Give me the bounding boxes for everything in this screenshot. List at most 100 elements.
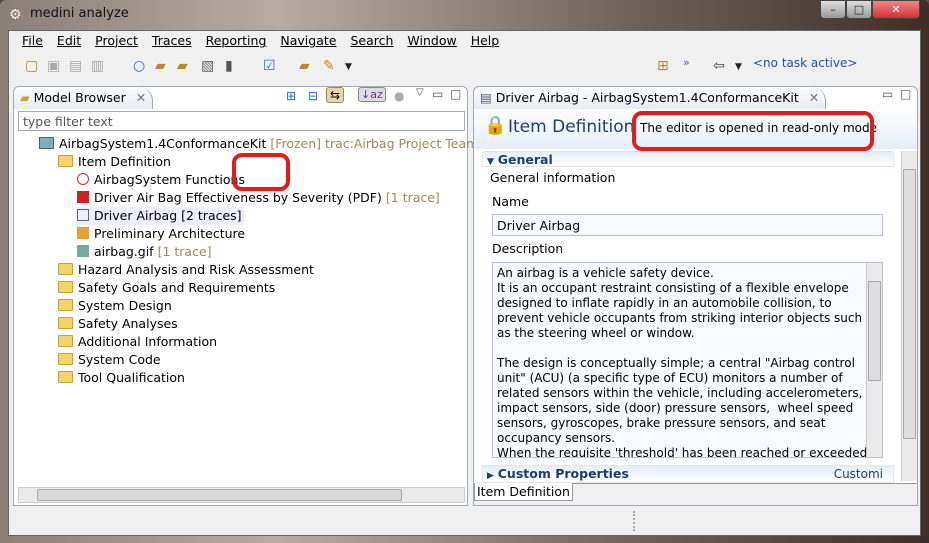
checklist-icon[interactable]: ☑ [263,58,276,74]
task-link[interactable]: <no task active> [753,56,857,70]
scroll-thumb[interactable] [868,281,881,381]
scroll-thumb[interactable] [37,489,402,501]
close-tab-icon[interactable]: ✕ [136,90,146,105]
print-icon[interactable]: ▤ [69,58,82,74]
view-menu-icon[interactable]: ▽ [416,87,424,98]
project-icon [39,137,54,149]
description-label: Description [492,241,564,256]
minimize-view-icon[interactable]: ▭ [882,87,893,101]
model-browser-panel: ▰ Model Browser ✕ ⊞ ⊟ ⇆ ↓az ● ▽ ▭ □ type… [13,86,536,506]
horizontal-scrollbar[interactable] [18,487,465,503]
menu-edit[interactable]: Edit [50,33,88,49]
new-icon[interactable]: ▢ [25,58,38,74]
filter-input[interactable]: type filter text [18,111,465,131]
item-label: Driver Airbag [2 traces] [94,208,242,223]
folder-icon [58,155,73,167]
image-icon [77,245,89,257]
comment-icon[interactable]: ○ [133,58,145,74]
menu-navigate[interactable]: Navigate [273,33,343,49]
lock-icon: 🔒 [484,115,507,136]
name-field[interactable]: Driver Airbag [492,214,883,236]
expand-all-icon[interactable]: ⊞ [286,89,296,103]
overflow-icon[interactable]: » [683,56,690,69]
item-label: Driver Air Bag Effectiveness by Severity… [94,190,382,205]
collapse-icon: ▶ [487,471,494,481]
tree-folder[interactable]: Additional Information [58,333,217,351]
back-icon[interactable]: ⇦ [713,58,725,74]
menu-file[interactable]: File [15,33,50,49]
tree-root[interactable]: AirbagSystem1.4ConformanceKit [Frozen] t… [39,135,536,153]
list-icon[interactable]: ▮ [225,58,233,74]
close-button[interactable]: ✕ [872,0,920,19]
app-icon: ⚙ [9,7,22,23]
minimize-button[interactable]: – [820,0,846,19]
section-general[interactable]: ▼ General [482,151,894,167]
tree-folder[interactable]: Safety Goals and Requirements [58,279,275,297]
report-icon[interactable]: ▥ [91,58,104,74]
tree-folder[interactable]: System Design [58,297,172,315]
tree-item[interactable]: Driver Air Bag Effectiveness by Severity… [77,189,440,207]
back-dropdown-icon[interactable]: ▼ [735,62,742,72]
folder-icon [58,263,73,275]
tab-label: Model Browser [33,90,126,105]
tree-folder[interactable]: Hazard Analysis and Risk Assessment [58,261,314,279]
frozen-highlight [232,153,290,191]
dropdown-icon[interactable]: ▼ [345,62,352,72]
tab-model-browser[interactable]: ▰ Model Browser ✕ [14,87,154,109]
menu-help[interactable]: Help [464,33,507,49]
folder-icon [58,371,73,383]
menu-traces[interactable]: Traces [145,33,199,49]
item-label: airbag.gif [94,244,154,259]
open-folder-icon[interactable]: ▰ [155,58,166,74]
customize-link[interactable]: Customi [834,467,883,481]
maximize-button[interactable]: □ [846,0,872,19]
sort-icon[interactable]: ↓az [358,87,386,102]
pin-icon[interactable]: ✎ [323,58,335,74]
clipboard-icon[interactable]: ▧ [201,58,214,74]
close-tab-icon[interactable]: ✕ [809,90,819,105]
folder-label: Safety Analyses [78,316,178,331]
link-editor-icon[interactable]: ⇆ [326,87,345,103]
filter-icon[interactable]: ● [394,89,404,103]
tree-folder[interactable]: System Code [58,351,161,369]
menu-reporting[interactable]: Reporting [199,33,274,49]
new-view-icon[interactable]: ⊞ [657,58,669,74]
tree-folder[interactable]: Tool Qualification [58,369,185,387]
section-custom-properties[interactable]: ▶ Custom Properties Customi [482,465,894,483]
save-icon[interactable]: ▣ [47,58,60,74]
menu-project[interactable]: Project [88,33,145,49]
name-label: Name [492,194,529,209]
page-tab-item-definition[interactable]: Item Definition [474,483,573,501]
description-field[interactable]: An airbag is a vehicle safety device. It… [492,262,883,458]
root-label: AirbagSystem1.4ConformanceKit [59,136,267,151]
window-title: medini analyze [30,6,129,21]
folder-icon[interactable]: ▰ [299,58,310,74]
document-icon [77,209,89,221]
minimize-view-icon[interactable]: ▭ [432,87,443,101]
tree-item[interactable]: Preliminary Architecture [77,225,245,243]
pdf-icon [77,191,89,203]
maximize-view-icon[interactable]: □ [450,87,461,101]
menu-window[interactable]: Window [400,33,463,49]
tree-folder[interactable]: Safety Analyses [58,315,178,333]
item-label: AirbagSystem Functions [94,172,245,187]
form-title: Item Definition [508,117,635,137]
function-icon [77,173,89,185]
open-folder-2-icon[interactable]: ▰ [177,58,188,74]
editor-scrollbar[interactable] [901,151,917,481]
maximize-view-icon[interactable]: □ [900,87,911,101]
tab-driver-airbag[interactable]: ▤ Driver Airbag - AirbagSystem1.4Conform… [474,87,827,109]
description-scrollbar[interactable] [866,263,882,457]
menu-search[interactable]: Search [343,33,400,49]
tree-item-definition[interactable]: Item Definition [58,153,171,171]
architecture-icon [77,227,89,239]
tree-item[interactable]: AirbagSystem Functions [77,171,245,189]
scroll-thumb[interactable] [903,169,916,439]
workbench: File Edit Project Traces Reporting Navig… [8,30,921,536]
collapse-all-icon[interactable]: ⊟ [308,89,318,103]
tree-item[interactable]: airbag.gif [1 trace] [77,243,212,261]
editor-page-tabs: Item Definition [474,483,917,505]
trace-badge: [1 trace] [157,244,212,259]
tree-item-selected[interactable]: Driver Airbag [2 traces] [77,207,244,225]
status-bar-handle[interactable] [633,511,635,531]
